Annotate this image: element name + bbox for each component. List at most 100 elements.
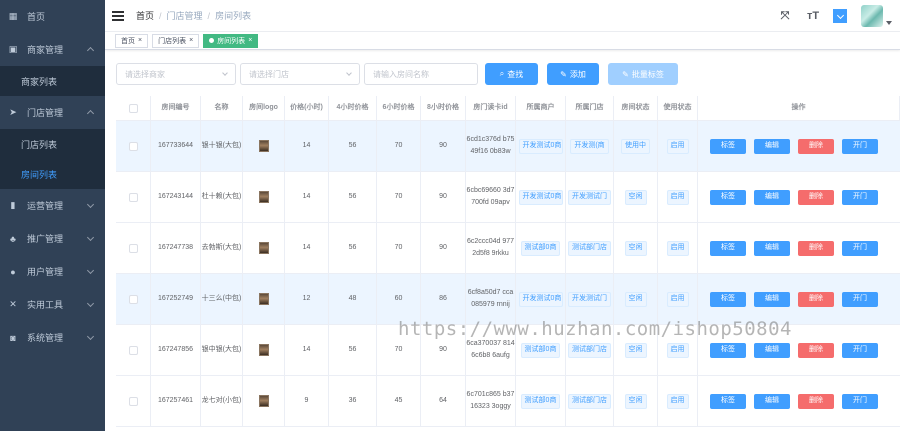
checkbox[interactable] <box>128 294 138 304</box>
sidebar-subitem-merchant-list[interactable]: 商家列表 <box>0 66 105 96</box>
row-select[interactable] <box>116 376 151 426</box>
card-id: 6cbc69660 3d7700fd 09apv <box>466 187 515 206</box>
close-icon[interactable]: × <box>248 37 252 44</box>
sidebar-item-user[interactable]: ● 用户管理 <box>0 255 105 288</box>
room-name: 杜十赖(大包) <box>201 193 242 200</box>
header-select-all[interactable] <box>116 96 151 120</box>
search-button[interactable]: ⌕ 查找 <box>485 63 538 85</box>
sidebar-item-home[interactable]: ▦ 首页 <box>0 0 105 33</box>
sidebar-item-promotion[interactable]: ♣ 推广管理 <box>0 222 105 255</box>
delete-button[interactable]: 删除 <box>798 342 834 358</box>
open-door-button[interactable]: 开门 <box>842 138 878 154</box>
table-row[interactable]: 167257461 龙七对(小包) 9 36 45 64 6c701c865 b… <box>116 376 900 427</box>
sidebar-subitem-room-list[interactable]: 房间列表 <box>0 159 105 189</box>
checkbox[interactable] <box>128 192 138 202</box>
checkbox[interactable] <box>128 345 138 355</box>
hamburger-icon[interactable] <box>112 10 124 21</box>
breadcrumb-separator: / <box>207 10 211 21</box>
dropdown-icon[interactable] <box>833 9 847 23</box>
sidebar-item-label: 首页 <box>27 12 46 22</box>
breadcrumb-store[interactable]: 门店管理 <box>167 9 203 22</box>
tag-button[interactable]: 标签 <box>710 342 746 358</box>
tag-room-list[interactable]: 房间列表 × <box>203 33 259 48</box>
room-name: 银中银(大包) <box>201 346 242 353</box>
add-button[interactable]: ✎ 添加 <box>547 63 599 85</box>
column-header: 6小时价格 <box>377 96 421 120</box>
tag-store-list[interactable]: 门店列表 × <box>152 33 200 48</box>
price-8h: 64 <box>421 376 466 426</box>
table-row[interactable]: 167243144 杜十赖(大包) 14 56 70 90 6cbc69660 … <box>116 172 900 223</box>
tree-icon: ♣ <box>10 233 16 244</box>
edit-button[interactable]: 编辑 <box>754 393 790 409</box>
dot-icon <box>209 38 215 43</box>
room-status-badge: 空闲 <box>624 240 647 256</box>
room-logo <box>258 191 269 203</box>
store-select[interactable]: 请选择门店 <box>240 63 360 85</box>
delete-button[interactable]: 删除 <box>798 240 834 256</box>
delete-button[interactable]: 删除 <box>798 291 834 307</box>
sidebar-item-operation[interactable]: ▮ 运营管理 <box>0 189 105 222</box>
avatar[interactable] <box>861 5 883 27</box>
edit-button[interactable]: 编辑 <box>754 342 790 358</box>
delete-button[interactable]: 删除 <box>798 393 834 409</box>
shop-icon: ▣ <box>8 44 18 54</box>
row-actions: 标签 编辑 删除 开门 <box>698 274 900 324</box>
edit-button[interactable]: 编辑 <box>754 189 790 205</box>
sidebar-subitem-store-list[interactable]: 门店列表 <box>0 129 105 159</box>
sidebar-item-merchant[interactable]: ▣ 商家管理 <box>0 33 105 66</box>
checkbox[interactable] <box>128 243 138 253</box>
caret-down-icon[interactable] <box>886 21 892 25</box>
tag-button[interactable]: 标签 <box>710 189 746 205</box>
use-status-badge: 启用 <box>666 138 689 154</box>
sidebar-item-store[interactable]: ➤ 门店管理 <box>0 96 105 129</box>
edit-button[interactable]: 编辑 <box>754 240 790 256</box>
row-actions: 标签 编辑 删除 开门 <box>698 376 900 426</box>
sidebar-item-tools[interactable]: ✕ 实用工具 <box>0 288 105 321</box>
room-name: 龙七对(小包) <box>201 397 242 404</box>
batch-tag-button[interactable]: ✎ 批量标签 <box>608 63 678 85</box>
tag-button[interactable]: 标签 <box>710 240 746 256</box>
row-select[interactable] <box>116 121 151 171</box>
row-actions: 标签 编辑 删除 开门 <box>698 121 900 171</box>
edit-button[interactable]: 编辑 <box>754 138 790 154</box>
system-icon: ◙ <box>10 332 16 343</box>
row-select[interactable] <box>116 325 151 375</box>
open-door-button[interactable]: 开门 <box>842 189 878 205</box>
sidebar-item-system[interactable]: ◙ 系统管理 <box>0 321 105 354</box>
checkbox[interactable] <box>128 141 138 151</box>
checkbox[interactable] <box>128 396 138 406</box>
tag-button[interactable]: 标签 <box>710 291 746 307</box>
room-name-input[interactable]: 请输入房间名称 <box>364 63 478 85</box>
filter-bar: 请选择商家 请选择门店 请输入房间名称 ⌕ 查找 ✎ 添加 ✎ 批量标签 <box>116 63 687 85</box>
edit-button[interactable]: 编辑 <box>754 291 790 307</box>
open-door-button[interactable]: 开门 <box>842 240 878 256</box>
font-size-icon[interactable]: тT <box>805 8 821 24</box>
chevron-up-icon <box>86 109 95 118</box>
open-door-button[interactable]: 开门 <box>842 393 878 409</box>
row-select[interactable] <box>116 172 151 222</box>
row-select[interactable] <box>116 223 151 273</box>
sidebar-item-label: 门店管理 <box>27 108 64 118</box>
tag-button[interactable]: 标签 <box>710 393 746 409</box>
tag-button[interactable]: 标签 <box>710 138 746 154</box>
table-body: 167733644 银十银(大包) 14 56 70 90 6cd1c376d … <box>116 121 900 427</box>
open-door-button[interactable]: 开门 <box>842 342 878 358</box>
tag-home[interactable]: 首页 × <box>115 33 149 48</box>
row-select[interactable] <box>116 274 151 324</box>
delete-button[interactable]: 删除 <box>798 138 834 154</box>
breadcrumb-current: 房间列表 <box>215 11 252 21</box>
column-header: 房间logo <box>243 96 285 120</box>
price-4h: 56 <box>329 121 377 171</box>
fullscreen-icon[interactable]: ⤧ <box>777 8 793 24</box>
room-logo <box>258 293 269 305</box>
close-icon[interactable]: × <box>138 37 142 44</box>
table-row[interactable]: 167733644 银十银(大包) 14 56 70 90 6cd1c376d … <box>116 121 900 172</box>
checkbox[interactable] <box>128 103 138 113</box>
delete-button[interactable]: 删除 <box>798 189 834 205</box>
close-icon[interactable]: × <box>189 37 193 44</box>
breadcrumb-home[interactable]: 首页 <box>136 9 154 22</box>
chart-icon: ▮ <box>10 200 16 210</box>
open-door-button[interactable]: 开门 <box>842 291 878 307</box>
merchant-select[interactable]: 请选择商家 <box>116 63 236 85</box>
table-row[interactable]: 167247738 去勃斯(大包) 14 56 70 90 6c2ccc04d … <box>116 223 900 274</box>
